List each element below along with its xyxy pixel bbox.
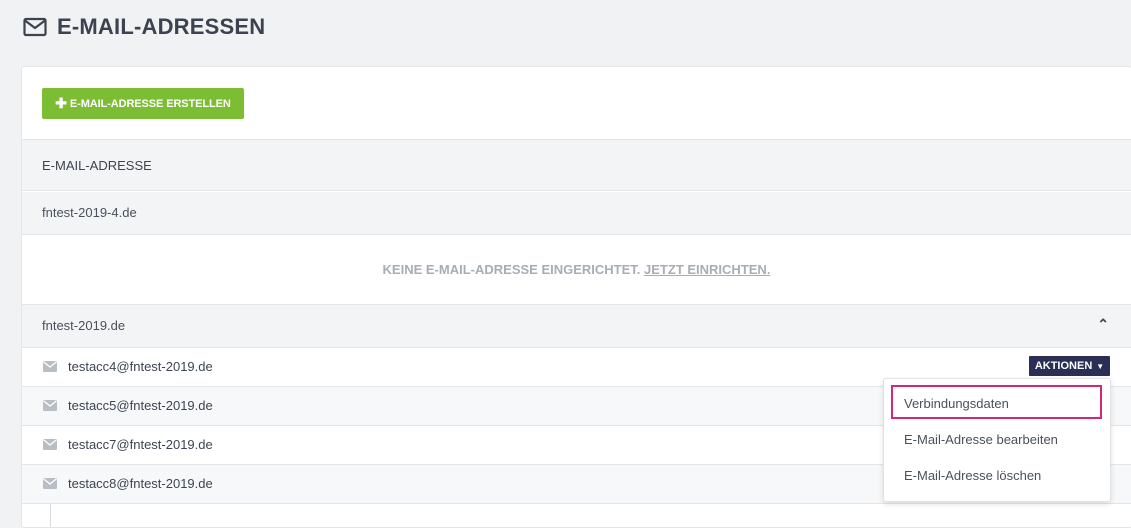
domain-name: fntest-2019-4.de (42, 205, 137, 220)
plus-icon: ✚ (55, 95, 67, 111)
mail-icon (43, 478, 57, 489)
account-email: testacc4@fntest-2019.de (68, 359, 213, 374)
create-email-button[interactable]: ✚ E-MAIL-ADRESSE ERSTELLEN (42, 88, 244, 119)
actions-label: AKTIONEN (1034, 360, 1093, 372)
account-email: testacc8@fntest-2019.de (68, 476, 213, 491)
mail-icon (43, 361, 57, 372)
domain-row-fntest-2019[interactable]: fntest-2019.de ⌃ (22, 305, 1131, 348)
page-header: E-MAIL-ADRESSEN (23, 12, 265, 42)
domain-name: fntest-2019.de (42, 318, 126, 333)
menu-item-edit-email[interactable]: E-Mail-Adresse bearbeiten (904, 432, 1058, 447)
column-header: E-MAIL-ADRESSE (22, 139, 1131, 191)
menu-item-delete-email[interactable]: E-Mail-Adresse löschen (904, 468, 1041, 483)
account-email: testacc5@fntest-2019.de (68, 398, 213, 413)
page-title: E-MAIL-ADRESSEN (57, 14, 266, 39)
empty-state: KEINE E-MAIL-ADRESSE EINGERICHTET. JETZT… (22, 235, 1131, 305)
setup-now-link[interactable]: JETZT EINRICHTEN. (644, 262, 770, 277)
account-email: testacc7@fntest-2019.de (68, 437, 213, 452)
caret-down-icon: ▼ (1096, 361, 1105, 371)
chevron-up-icon[interactable]: ⌃ (1097, 316, 1109, 333)
actions-dropdown-menu: Verbindungsdaten E-Mail-Adresse bearbeit… (883, 378, 1111, 502)
menu-item-connection-details[interactable]: Verbindungsdaten (904, 396, 1009, 411)
actions-button[interactable]: AKTIONEN ▼ (1029, 356, 1110, 376)
mail-icon (43, 400, 57, 411)
create-email-label: E-MAIL-ADRESSE ERSTELLEN (69, 97, 231, 110)
envelope-icon (23, 17, 47, 37)
column-header-email: E-MAIL-ADRESSE (42, 158, 152, 173)
empty-text: KEINE E-MAIL-ADRESSE EINGERICHTET. (382, 262, 641, 277)
mail-icon (43, 439, 57, 450)
domain-row-fntest-2019-4[interactable]: fntest-2019-4.de (22, 192, 1131, 235)
